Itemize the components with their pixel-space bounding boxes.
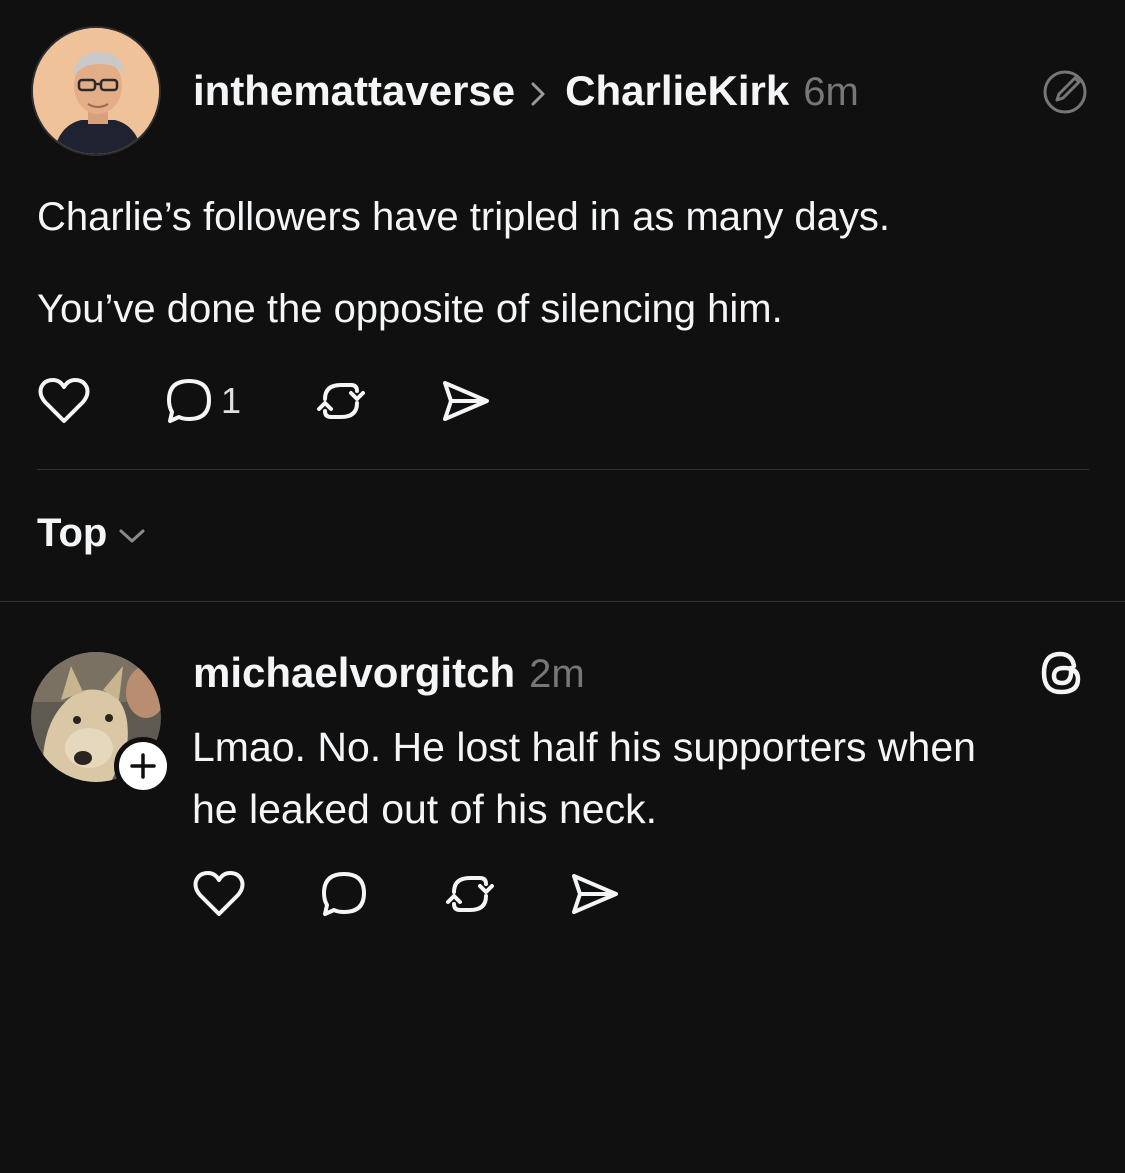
repost-icon [446,876,494,912]
heart-icon [193,871,245,916]
chevron-down-icon [119,529,145,542]
target-username[interactable]: CharlieKirk [565,66,789,116]
comment-icon [167,379,211,423]
comment-icon [322,872,366,916]
post-actions: 1 [37,375,493,427]
reply-text: Lmao. No. He lost half his supporters wh… [192,716,976,840]
repost-icon [317,383,366,419]
share-button[interactable] [568,868,622,920]
divider [0,601,1125,602]
post-time: 6m [803,70,859,114]
repost-button[interactable] [313,375,369,427]
like-button[interactable] [37,375,91,427]
share-icon [443,381,490,421]
comment-button[interactable]: 1 [163,375,241,427]
edit-icon[interactable] [1041,68,1089,121]
reply-username[interactable]: michaelvorgitch [193,648,515,698]
sort-label: Top [37,511,108,555]
post-text-paragraph: Charlie’s followers have tripled in as m… [37,195,890,239]
chevron-right-icon [529,68,547,118]
follow-plus-icon [130,753,156,779]
reply-header: michaelvorgitch 2m [193,648,585,699]
share-icon [572,874,618,914]
reply-actions [192,868,622,920]
follow-button[interactable] [114,737,172,795]
repost-button[interactable] [442,868,498,920]
comment-button[interactable] [318,868,370,920]
threads-icon[interactable] [1036,646,1086,705]
reply-text-line: he leaked out of his neck. [192,786,657,832]
post-text-paragraph: You’ve done the opposite of silencing hi… [37,287,783,331]
share-button[interactable] [439,375,493,427]
author-username[interactable]: inthemattaverse [193,66,515,116]
post-header: inthemattaverse CharlieKirk 6m [193,66,859,117]
avatar[interactable] [31,26,161,156]
like-button[interactable] [192,868,246,920]
reply-text-line: Lmao. No. He lost half his supporters wh… [192,724,976,770]
reply-count: 1 [221,380,242,421]
heart-icon [38,378,90,423]
reply-time: 2m [529,652,585,696]
divider [37,469,1089,470]
sort-dropdown[interactable]: Top [37,511,147,556]
